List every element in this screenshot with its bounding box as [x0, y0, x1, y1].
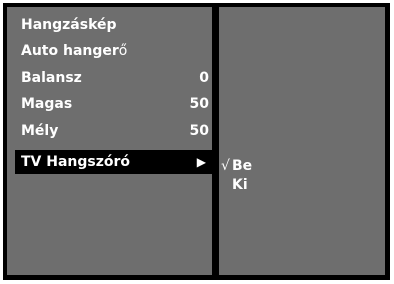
menu-item-mely[interactable]: Mély 50 — [21, 122, 209, 141]
menu-item-auto-hangero[interactable]: Auto hangerő — [21, 42, 209, 61]
menu-item-label: Mély — [21, 123, 59, 139]
submenu-option-be[interactable]: Be — [232, 157, 252, 176]
menu-item-label: Hangzáskép — [21, 17, 117, 33]
menu-item-balansz[interactable]: Balansz 0 — [21, 69, 209, 88]
menu-item-label: Magas — [21, 96, 73, 112]
menu-item-tv-hangszoro[interactable]: TV Hangszóró ▶ — [15, 150, 212, 174]
menu-item-hangzaskep[interactable]: Hangzáskép — [21, 16, 209, 35]
checkmark-icon: √ — [221, 158, 230, 174]
menu-item-value: 0 — [199, 70, 209, 86]
submenu-option-ki[interactable]: Ki — [232, 176, 248, 195]
menu-item-label: Balansz — [21, 70, 82, 86]
menu-item-label: Auto hangerő — [21, 43, 128, 59]
submenu-arrow-icon: ▶ — [196, 155, 206, 169]
menu-item-label: TV Hangszóró — [21, 154, 131, 170]
menu-item-value: 50 — [189, 96, 209, 112]
menu-item-magas[interactable]: Magas 50 — [21, 95, 209, 114]
menu-item-value: 50 — [189, 123, 209, 139]
submenu-panel — [219, 7, 385, 275]
